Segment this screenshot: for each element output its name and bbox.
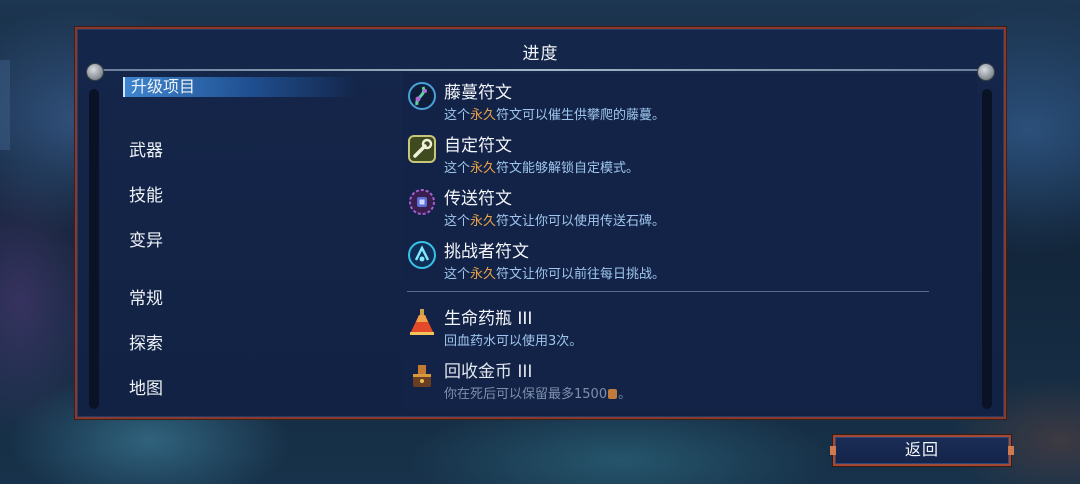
category-upgrades[interactable]: 升级项目 <box>123 77 358 97</box>
left-scroll-rail[interactable] <box>89 89 99 409</box>
category-map[interactable]: 地图 <box>129 374 163 399</box>
item-name: 传送符文 <box>444 189 512 209</box>
item-description: 这个永久符文可以催生供攀爬的藤蔓。 <box>444 108 666 123</box>
list-item-gold-recovery[interactable]: 回收金币 III 你在死后可以保留最多1500。 <box>403 356 963 404</box>
right-scroll-rail[interactable] <box>982 89 992 409</box>
vine-rune-icon <box>408 82 436 110</box>
category-exploration[interactable]: 探索 <box>129 329 163 354</box>
wrench-rune-icon <box>408 135 436 163</box>
teleport-rune-icon <box>409 189 435 215</box>
category-mutations[interactable]: 变异 <box>129 226 163 251</box>
progress-panel: 进度 升级项目 武器 技能 变异 常规 探索 地图 藤蔓符文 这个永久符文可以催… <box>75 27 1006 419</box>
item-description: 这个永久符文能够解锁自定模式。 <box>444 161 640 176</box>
panel-title: 进度 <box>522 44 559 64</box>
item-description: 回血药水可以使用3次。 <box>444 334 583 349</box>
list-item-challenger-rune[interactable]: 挑战者符文 这个永久符文让你可以前往每日挑战。 <box>403 236 963 284</box>
item-description: 你在死后可以保留最多1500。 <box>444 387 632 402</box>
item-name: 挑战者符文 <box>444 242 529 262</box>
title-divider <box>95 69 986 71</box>
item-description: 这个永久符文让你可以使用传送石碑。 <box>444 214 666 229</box>
item-description: 这个永久符文让你可以前往每日挑战。 <box>444 267 666 282</box>
item-name: 回收金币 III <box>444 362 533 382</box>
gold-coin-icon <box>608 389 618 399</box>
category-general[interactable]: 常规 <box>129 284 163 309</box>
health-flask-icon <box>410 309 434 335</box>
list-item-health-flask[interactable]: 生命药瓶 III 回血药水可以使用3次。 <box>403 303 963 351</box>
upgrade-list[interactable]: 藤蔓符文 这个永久符文可以催生供攀爬的藤蔓。 自定符文 这个永久符文能够解锁自定… <box>403 73 977 411</box>
item-name: 自定符文 <box>444 136 512 156</box>
category-skills[interactable]: 技能 <box>129 181 163 206</box>
back-button[interactable]: 返回 <box>830 435 1014 466</box>
category-weapons[interactable]: 武器 <box>129 136 163 161</box>
list-item-teleport-rune[interactable]: 传送符文 这个永久符文让你可以使用传送石碑。 <box>403 183 963 231</box>
section-divider <box>407 291 929 292</box>
item-name: 生命药瓶 III <box>444 309 533 329</box>
rivet-knob-right <box>977 63 995 81</box>
item-name: 藤蔓符文 <box>444 83 512 103</box>
list-item-custom-rune[interactable]: 自定符文 这个永久符文能够解锁自定模式。 <box>403 130 963 178</box>
gold-recovery-icon <box>413 365 431 387</box>
challenger-rune-icon <box>408 241 436 269</box>
rivet-knob-left <box>86 63 104 81</box>
list-item-vine-rune[interactable]: 藤蔓符文 这个永久符文可以催生供攀爬的藤蔓。 <box>403 77 963 125</box>
